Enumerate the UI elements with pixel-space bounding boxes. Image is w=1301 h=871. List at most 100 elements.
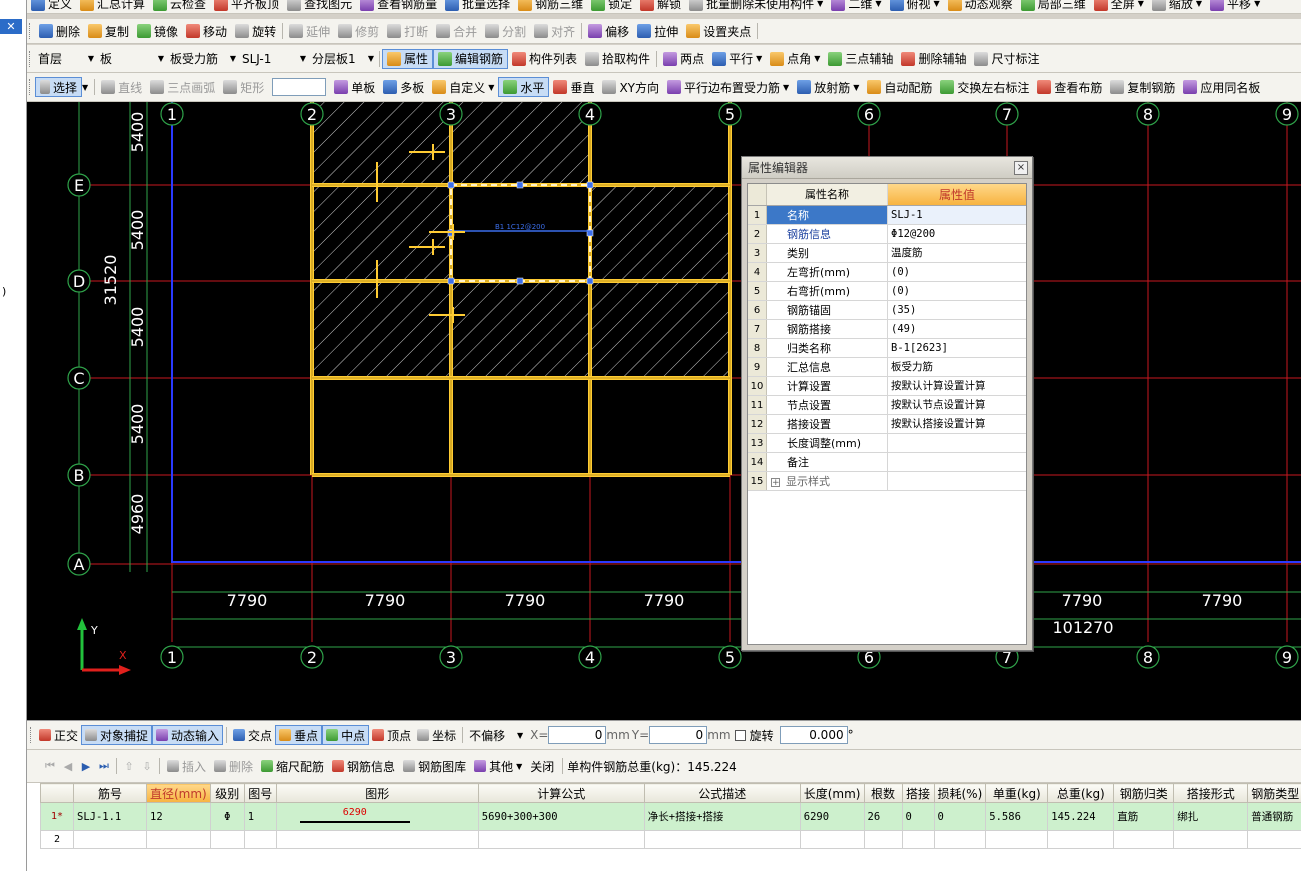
expand-icon[interactable]: + bbox=[771, 478, 780, 488]
axis-bubble[interactable]: C bbox=[67, 366, 91, 390]
draw-toolbar-button-1[interactable]: 三点画弧 bbox=[146, 77, 219, 97]
property-value[interactable]: (0) bbox=[888, 263, 1026, 281]
table-cell[interactable]: 5690+300+300 bbox=[477, 802, 645, 831]
table-cell[interactable] bbox=[901, 830, 935, 849]
grip-point[interactable] bbox=[586, 181, 594, 189]
table-cell[interactable]: 145.224 bbox=[1047, 802, 1115, 831]
grid-toolbar-button-3[interactable]: 钢筋信息 bbox=[328, 758, 399, 775]
snap-toggle-1[interactable]: 对象捕捉 bbox=[81, 725, 153, 745]
selected-slab-outline[interactable] bbox=[450, 184, 591, 282]
offset-select[interactable]: 不偏移 ▼ bbox=[466, 726, 526, 744]
draw-toolbar-button-4[interactable]: 多板 bbox=[379, 77, 428, 97]
close-icon[interactable]: × bbox=[1014, 160, 1028, 175]
table-cell[interactable]: 普通钢筋 bbox=[1247, 802, 1301, 831]
draw-toolbar-button-5[interactable]: 自定义 ▼ bbox=[428, 77, 498, 97]
main-toolbar-button-8[interactable]: 锁定 bbox=[587, 0, 636, 13]
column-header[interactable]: 长度(mm) bbox=[799, 783, 865, 803]
axis-bubble[interactable]: 2 bbox=[300, 102, 324, 126]
draw-toolbar-button-2[interactable]: 矩形 bbox=[219, 77, 268, 97]
property-row[interactable]: 5 右弯折(mm) (0) bbox=[748, 282, 1026, 301]
draw-toolbar-button-9[interactable]: 平行边布置受力筋 ▼ bbox=[663, 77, 793, 97]
snap-toggle-7[interactable]: 坐标 bbox=[414, 725, 459, 745]
component-toolbar-button-7[interactable]: 三点辅轴 bbox=[824, 49, 897, 69]
main-toolbar-button-9[interactable]: 解锁 bbox=[636, 0, 685, 13]
main-toolbar-button-10[interactable]: 批量删除未使用构件 ▼ bbox=[685, 0, 827, 13]
table-cell[interactable]: 净长+搭接+搭接 bbox=[643, 802, 801, 831]
axis-bubble[interactable]: E bbox=[67, 173, 91, 197]
draw-toolbar-button-6[interactable]: 水平 bbox=[498, 77, 550, 97]
table-cell[interactable] bbox=[209, 830, 245, 849]
property-value[interactable]: (49) bbox=[888, 320, 1026, 338]
edit-toolbar-button-10[interactable]: 对齐 bbox=[530, 21, 579, 41]
axis-bubble[interactable]: A bbox=[67, 552, 91, 576]
edit-toolbar-button-5[interactable]: 延伸 bbox=[285, 21, 334, 41]
main-toolbar-button-11[interactable]: 二维 ▼ bbox=[827, 0, 885, 13]
first-record-icon[interactable]: ⏮ bbox=[44, 759, 56, 773]
table-row[interactable]: 1* SLJ-1.1 12 Φ 1 6290 5690+300+300 净长+搭接+搭接 629… bbox=[40, 802, 1301, 831]
draw-toolbar-button-12[interactable]: 交换左右标注 bbox=[936, 77, 1033, 97]
draw-toolbar-button-8[interactable]: XY方向 bbox=[598, 77, 663, 97]
grip-point[interactable] bbox=[586, 277, 594, 285]
axis-bubble[interactable]: 7 bbox=[995, 102, 1019, 126]
y-coordinate-input[interactable]: 0 bbox=[649, 726, 708, 744]
axis-bubble[interactable]: 6 bbox=[857, 102, 881, 126]
table-cell[interactable] bbox=[275, 830, 479, 849]
main-toolbar-button-12[interactable]: 俯视 ▼ bbox=[886, 0, 944, 13]
snap-toggle-3[interactable]: 交点 bbox=[230, 725, 275, 745]
property-row[interactable]: 14 备注 bbox=[748, 453, 1026, 472]
property-value[interactable] bbox=[888, 434, 1026, 452]
table-cell[interactable] bbox=[985, 830, 1049, 849]
property-value[interactable]: 按默认计算设置计算 bbox=[888, 377, 1026, 395]
main-toolbar-button-14[interactable]: 局部三维 bbox=[1017, 0, 1090, 13]
grid-toolbar-button-0[interactable]: 插入 bbox=[163, 758, 210, 775]
select-tool-button[interactable]: 选择 bbox=[35, 77, 83, 97]
snap-toggle-0[interactable]: 正交 bbox=[36, 725, 81, 745]
axis-bubble[interactable]: 5 bbox=[718, 645, 742, 669]
edit-toolbar-button-7[interactable]: 打断 bbox=[383, 21, 432, 41]
table-cell[interactable]: 5.586 bbox=[985, 802, 1049, 831]
edit-toolbar-button-11[interactable]: 偏移 bbox=[584, 21, 633, 41]
column-header[interactable]: 直径(mm) bbox=[146, 783, 211, 803]
grid-toolbar-button-6[interactable]: 关闭 bbox=[526, 758, 558, 775]
rotate-checkbox[interactable] bbox=[734, 729, 746, 741]
column-header[interactable]: 图号 bbox=[243, 783, 277, 803]
column-header[interactable]: 钢筋类型 bbox=[1247, 783, 1301, 803]
grid-toolbar-button-2[interactable]: 缩尺配筋 bbox=[257, 758, 328, 775]
column-header[interactable]: 单重(kg) bbox=[985, 783, 1049, 803]
arc-style-select[interactable] bbox=[272, 78, 327, 96]
axis-bubble[interactable]: 4 bbox=[578, 645, 602, 669]
table-cell[interactable]: 1 bbox=[243, 802, 277, 831]
column-header[interactable]: 图形 bbox=[275, 783, 479, 803]
draw-toolbar-button-7[interactable]: 垂直 bbox=[549, 77, 598, 97]
main-toolbar-button-15[interactable]: 全屏 ▼ bbox=[1090, 0, 1148, 13]
draw-toolbar-button-15[interactable]: 应用同名板 bbox=[1179, 77, 1264, 97]
table-cell[interactable]: 26 bbox=[863, 802, 903, 831]
column-header[interactable]: 根数 bbox=[863, 783, 903, 803]
axis-bubble[interactable]: 8 bbox=[1136, 645, 1160, 669]
grid-toolbar-button-5[interactable]: 其他 ▼ bbox=[470, 758, 526, 775]
property-row[interactable]: 10 计算设置 按默认计算设置计算 bbox=[748, 377, 1026, 396]
component-toolbar-button-5[interactable]: 平行 ▼ bbox=[708, 49, 766, 69]
axis-bubble[interactable]: 2 bbox=[300, 645, 324, 669]
table-cell[interactable]: 12 bbox=[146, 802, 211, 831]
draw-toolbar-button-3[interactable]: 单板 bbox=[330, 77, 379, 97]
property-row[interactable]: 11 节点设置 按默认节点设置计算 bbox=[748, 396, 1026, 415]
grip-point[interactable] bbox=[447, 277, 455, 285]
column-header[interactable]: 级别 bbox=[209, 783, 245, 803]
property-value[interactable]: 按默认节点设置计算 bbox=[888, 396, 1026, 414]
table-cell[interactable]: SLJ-1.1 bbox=[73, 802, 147, 831]
component-toolbar-button-4[interactable]: 两点 bbox=[659, 49, 708, 69]
axis-bubble[interactable]: 9 bbox=[1275, 102, 1299, 126]
prev-record-icon[interactable]: ◀ bbox=[62, 760, 74, 773]
main-toolbar-button-2[interactable]: 云检查 bbox=[149, 0, 210, 13]
main-toolbar-button-0[interactable]: 定义 bbox=[27, 0, 76, 13]
edit-toolbar-button-4[interactable]: 旋转 bbox=[231, 21, 280, 41]
property-value[interactable]: SLJ-1 bbox=[888, 206, 1026, 224]
slab-hatch[interactable] bbox=[312, 281, 730, 378]
toolbar-grip[interactable] bbox=[29, 23, 32, 39]
main-toolbar-button-4[interactable]: 查找图元 bbox=[283, 0, 356, 13]
type-select[interactable]: 板受力筋 ▼ bbox=[167, 50, 239, 68]
component-toolbar-button-0[interactable]: 属性 bbox=[382, 48, 434, 69]
property-value[interactable]: Φ12@200 bbox=[888, 225, 1026, 243]
table-cell[interactable] bbox=[799, 830, 865, 849]
